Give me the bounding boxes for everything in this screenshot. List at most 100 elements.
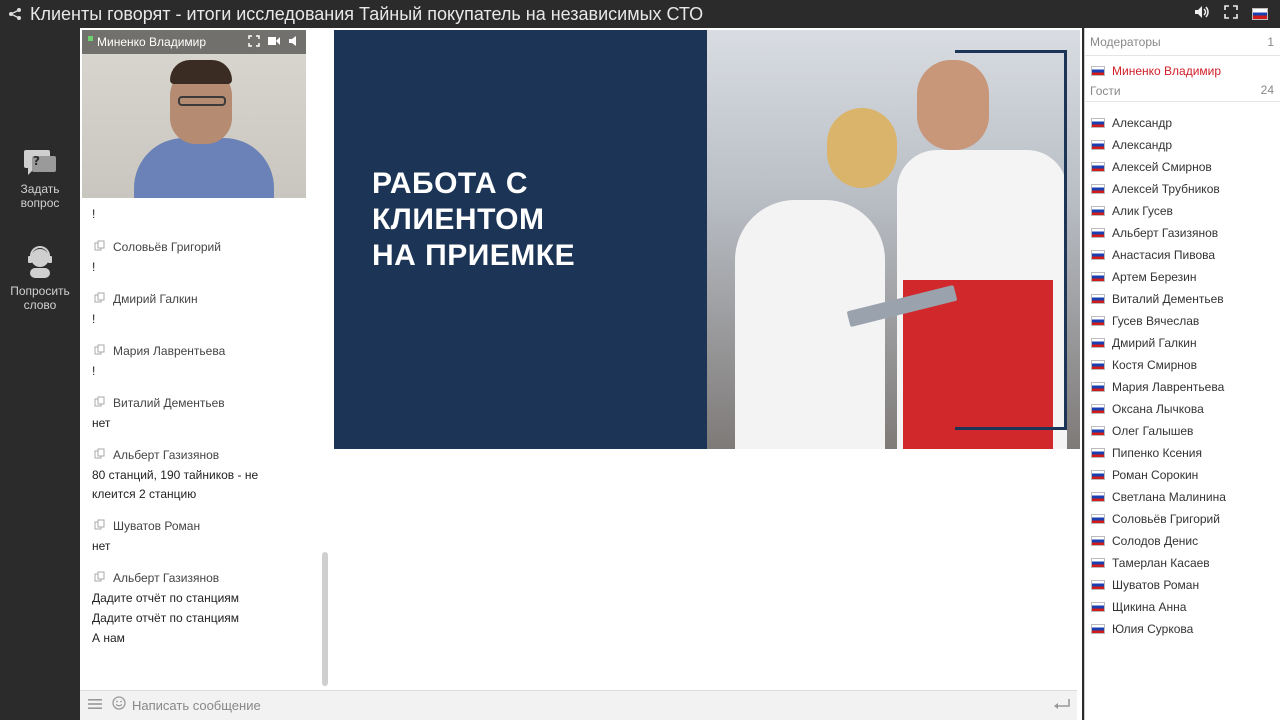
- chat-scrollbar[interactable]: [322, 552, 328, 686]
- chat-message: Мария Лаврентьева !: [80, 341, 320, 381]
- question-bubble-icon: ?: [24, 150, 56, 175]
- camera-icon[interactable]: [267, 35, 281, 50]
- chat-message: Альберт Газизянов 80 станций, 190 тайник…: [80, 445, 320, 504]
- photo-woman-hair: [827, 108, 897, 188]
- participant-guest[interactable]: Дмирий Галкин: [1085, 332, 1280, 354]
- photo-woman: [735, 200, 885, 449]
- presentation-stage: РАБОТА С КЛИЕНТОМ НА ПРИЕМКЕ: [332, 28, 1082, 720]
- participant-guest[interactable]: Костя Смирнов: [1085, 354, 1280, 376]
- copy-icon[interactable]: [94, 519, 105, 533]
- slide-heading-line: РАБОТА С: [372, 167, 529, 200]
- russia-flag-icon: [1091, 580, 1105, 590]
- chat-text: !: [92, 312, 96, 326]
- chat-text: !: [92, 364, 96, 378]
- share-icon[interactable]: [4, 0, 26, 28]
- chat-message: Виталий Дементьев нет: [80, 393, 320, 433]
- participant-guest[interactable]: Светлана Малинина: [1085, 486, 1280, 508]
- chat-leading-text: !: [92, 207, 96, 221]
- video-volume-icon[interactable]: [288, 35, 300, 50]
- russia-flag-icon: [1091, 404, 1105, 414]
- participant-guest[interactable]: Александр: [1085, 112, 1280, 134]
- chat-author: Альберт Газизянов: [113, 448, 220, 462]
- request-speak-label-2: слово: [23, 298, 57, 312]
- participant-guest[interactable]: Щикина Анна: [1085, 596, 1280, 618]
- copy-icon[interactable]: [94, 571, 105, 585]
- participant-name: Гусев Вячеслав: [1112, 314, 1200, 328]
- participant-name: Миненко Владимир: [1112, 64, 1222, 78]
- chat-author: Мария Лаврентьева: [113, 344, 226, 358]
- participant-name: Роман Сорокин: [1112, 468, 1199, 482]
- chat-message: Дмирий Галкин !: [80, 289, 320, 329]
- russia-flag-icon: [1091, 624, 1105, 634]
- participant-name: Олег Галышев: [1112, 424, 1194, 438]
- ask-question-button[interactable]: ? Задать вопрос: [0, 148, 80, 210]
- participant-guest[interactable]: Александр: [1085, 134, 1280, 156]
- participant-guest[interactable]: Солодов Денис: [1085, 530, 1280, 552]
- participant-name: Светлана Малинина: [1112, 490, 1226, 504]
- participant-guest[interactable]: Анастасия Пивова: [1085, 244, 1280, 266]
- russia-flag-icon: [1091, 66, 1105, 76]
- participant-name: Алик Гусев: [1112, 204, 1173, 218]
- participant-guest[interactable]: Виталий Дементьев: [1085, 288, 1280, 310]
- video-fullscreen-icon[interactable]: [248, 35, 260, 50]
- participant-guest[interactable]: Мария Лаврентьева: [1085, 376, 1280, 398]
- participant-guest[interactable]: Алик Гусев: [1085, 200, 1280, 222]
- participant-guest[interactable]: Соловьёв Григорий: [1085, 508, 1280, 530]
- emoji-icon[interactable]: [112, 696, 126, 715]
- participant-guest[interactable]: Артем Березин: [1085, 266, 1280, 288]
- chat-text: нет: [92, 416, 111, 430]
- language-flag-icon[interactable]: [1252, 8, 1268, 20]
- participant-guest[interactable]: Алексей Смирнов: [1085, 156, 1280, 178]
- participant-guest[interactable]: Тамерлан Касаев: [1085, 552, 1280, 574]
- chat-messages[interactable]: ! Соловьёв Григорий ! Дмирий Галкин ! Ма…: [80, 204, 320, 684]
- chat-text: !: [92, 260, 96, 274]
- participant-guest[interactable]: Алексей Трубников: [1085, 178, 1280, 200]
- participant-guest[interactable]: Шуватов Роман: [1085, 574, 1280, 596]
- chat-text: 80 станций, 190 тайников - не клеится 2 …: [92, 468, 259, 501]
- message-input[interactable]: Написать сообщение: [132, 698, 261, 713]
- copy-icon[interactable]: [94, 240, 105, 254]
- guest-list: Александр Александр Алексей Смирнов Алексей…: [1085, 112, 1280, 640]
- request-speak-button[interactable]: Попросить слово: [0, 246, 80, 312]
- chat-panel: Миненко Владимир ! Соловьёв Григорий ! Д…: [80, 28, 1077, 720]
- participant-guest[interactable]: Олег Галышев: [1085, 420, 1280, 442]
- fullscreen-icon[interactable]: [1224, 4, 1238, 24]
- participant-guest[interactable]: Гусев Вячеслав: [1085, 310, 1280, 332]
- copy-icon[interactable]: [94, 448, 105, 462]
- russia-flag-icon: [1091, 206, 1105, 216]
- participant-guest[interactable]: Альберт Газизянов: [1085, 222, 1280, 244]
- participant-name: Алексей Смирнов: [1112, 160, 1212, 174]
- copy-icon[interactable]: [94, 344, 105, 358]
- send-enter-icon[interactable]: [1053, 698, 1071, 717]
- russia-flag-icon: [1091, 514, 1105, 524]
- participant-guest[interactable]: Оксана Лычкова: [1085, 398, 1280, 420]
- presenter-hair: [170, 60, 232, 84]
- participant-name: Артем Березин: [1112, 270, 1197, 284]
- menu-icon[interactable]: [88, 697, 102, 715]
- slide-photo: [707, 30, 1080, 449]
- participant-guest[interactable]: Пипенко Ксения: [1085, 442, 1280, 464]
- presenter-shirt: [134, 138, 274, 198]
- chat-text: нет: [92, 539, 111, 553]
- slide-heading-line: НА ПРИЕМКЕ: [372, 239, 576, 272]
- participant-guest[interactable]: Юлия Суркова: [1085, 618, 1280, 640]
- moderators-label: Модераторы: [1090, 34, 1161, 49]
- chat-text: Дадите отчёт по станциям: [92, 611, 240, 625]
- participant-guest[interactable]: Роман Сорокин: [1085, 464, 1280, 486]
- russia-flag-icon: [1091, 184, 1105, 194]
- volume-icon[interactable]: [1194, 5, 1210, 24]
- russia-flag-icon: [1091, 470, 1105, 480]
- chat-author: Шуватов Роман: [113, 519, 201, 533]
- chat-message: Соловьёв Григорий !: [80, 237, 320, 277]
- chat-author: Дмирий Галкин: [113, 292, 198, 306]
- russia-flag-icon: [1091, 316, 1105, 326]
- participant-name: Дмирий Галкин: [1112, 336, 1197, 350]
- copy-icon[interactable]: [94, 396, 105, 410]
- participant-name: Анастасия Пивова: [1112, 248, 1216, 262]
- ask-question-label-2: вопрос: [20, 196, 60, 210]
- russia-flag-icon: [1091, 360, 1105, 370]
- russia-flag-icon: [1091, 272, 1105, 282]
- russia-flag-icon: [1091, 448, 1105, 458]
- russia-flag-icon: [1091, 294, 1105, 304]
- copy-icon[interactable]: [94, 292, 105, 306]
